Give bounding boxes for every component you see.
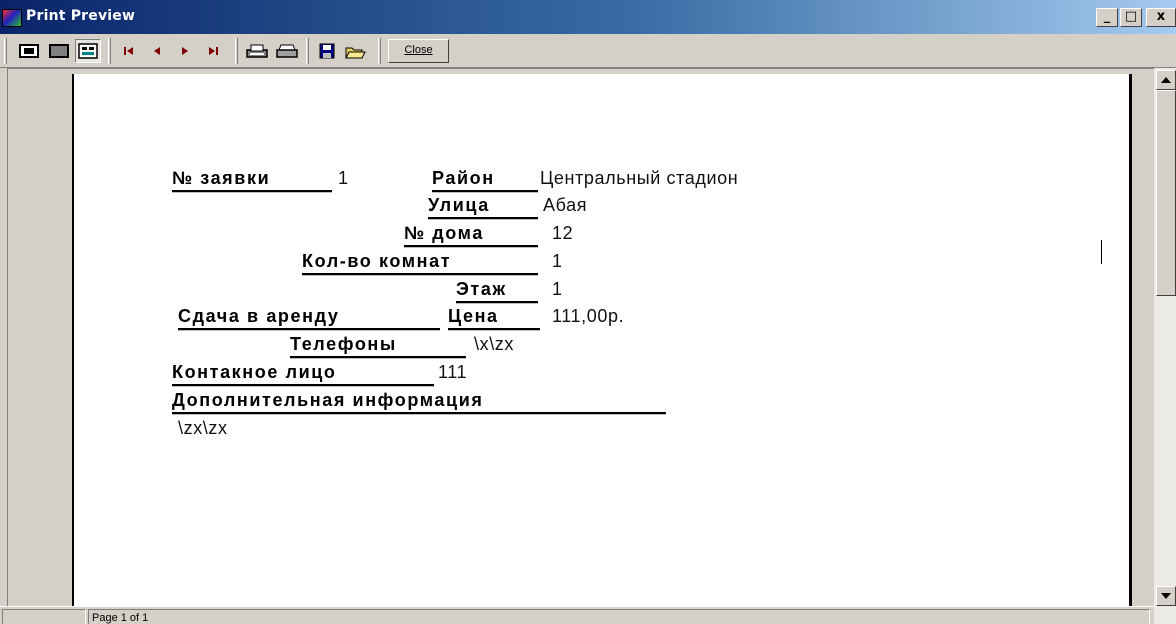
report-page: № заявки 1 Район Центральный стадион Ули…: [72, 74, 1132, 606]
phones-value: \x\zx: [474, 334, 515, 354]
save-icon: [319, 43, 335, 59]
toolbar-separator: [378, 38, 381, 64]
close-preview-button[interactable]: Close: [388, 39, 449, 63]
print-setup-button[interactable]: [244, 39, 270, 63]
contact-underline: [172, 384, 434, 387]
next-page-button[interactable]: [172, 39, 198, 63]
page-width-icon: [49, 44, 69, 58]
floor-underline: [456, 301, 538, 304]
first-page-button[interactable]: [116, 39, 142, 63]
open-icon: [345, 47, 366, 59]
house-value: 12: [552, 223, 574, 243]
phones-label: Телефоны: [290, 334, 397, 354]
floor-label: Этаж: [456, 279, 507, 299]
rooms-underline: [302, 273, 538, 276]
first-page-icon: [124, 47, 133, 55]
rent-label: Сдача в аренду: [178, 306, 340, 326]
request-no-value: 1: [338, 168, 349, 188]
vertical-scrollbar[interactable]: [1154, 68, 1176, 624]
price-value: 111,00р.: [552, 306, 625, 326]
district-value: Центральный стадион: [540, 168, 739, 188]
extra-info-value: \zx\zx: [178, 418, 228, 438]
preview-area[interactable]: № заявки 1 Район Центральный стадион Ули…: [7, 68, 1154, 606]
toolbar: Close: [0, 34, 1176, 68]
scroll-down-icon: [1161, 593, 1171, 599]
extra-info-label: Дополнительная информация: [172, 390, 484, 410]
zoom-button[interactable]: [75, 39, 101, 63]
previous-page-button[interactable]: [144, 39, 170, 63]
toolbar-separator: [235, 38, 238, 64]
next-page-icon: [182, 47, 188, 55]
scroll-down-button[interactable]: [1156, 586, 1176, 606]
rooms-value: 1: [552, 251, 563, 271]
print-setup-icon: [246, 44, 268, 58]
toolbar-separator: [306, 38, 309, 64]
street-underline: [428, 217, 538, 220]
status-panel-left: [2, 609, 86, 624]
contact-label: Контакное лицо: [172, 362, 337, 382]
extra-info-underline: [172, 412, 666, 415]
open-button[interactable]: [342, 39, 368, 63]
floor-value: 1: [552, 279, 563, 299]
previous-page-icon: [154, 47, 160, 55]
request-no-label: № заявки: [172, 168, 271, 188]
status-bar: Page 1 of 1: [0, 606, 1154, 624]
toolbar-separator: [108, 38, 111, 64]
app-icon: [2, 9, 22, 27]
close-window-button[interactable]: x: [1146, 8, 1176, 27]
status-panel-main: [88, 609, 1150, 624]
zoom-icon: [78, 43, 98, 59]
contact-value: 111: [438, 362, 468, 382]
whole-page-icon: [19, 44, 39, 58]
street-label: Улица: [428, 195, 490, 215]
scroll-thumb[interactable]: [1156, 90, 1176, 296]
last-page-icon: [209, 47, 218, 55]
window-title: Print Preview: [26, 8, 136, 24]
street-value: Абая: [543, 195, 588, 215]
price-underline: [448, 328, 540, 331]
text-cursor: [1101, 240, 1102, 264]
request-no-underline: [172, 190, 332, 193]
whole-page-button[interactable]: [16, 39, 42, 63]
title-bar: Print Preview _ □ x: [0, 0, 1176, 34]
scroll-up-button[interactable]: [1156, 70, 1176, 90]
toolbar-grip: [4, 38, 7, 64]
page-width-button[interactable]: [46, 39, 72, 63]
rent-underline: [178, 328, 440, 331]
scroll-up-icon: [1161, 77, 1171, 83]
last-page-button[interactable]: [200, 39, 226, 63]
district-label: Район: [432, 168, 495, 188]
minimize-button[interactable]: _: [1096, 8, 1118, 27]
house-label: № дома: [404, 223, 484, 243]
maximize-button[interactable]: □: [1120, 8, 1142, 27]
print-button[interactable]: [274, 39, 300, 63]
page-indicator: Page 1 of 1: [92, 612, 149, 624]
district-underline: [432, 190, 538, 193]
price-label: Цена: [448, 306, 499, 326]
save-button[interactable]: [314, 39, 340, 63]
house-underline: [404, 245, 538, 248]
print-icon: [276, 44, 298, 58]
phones-underline: [290, 356, 466, 359]
rooms-label: Кол-во комнат: [302, 251, 452, 271]
